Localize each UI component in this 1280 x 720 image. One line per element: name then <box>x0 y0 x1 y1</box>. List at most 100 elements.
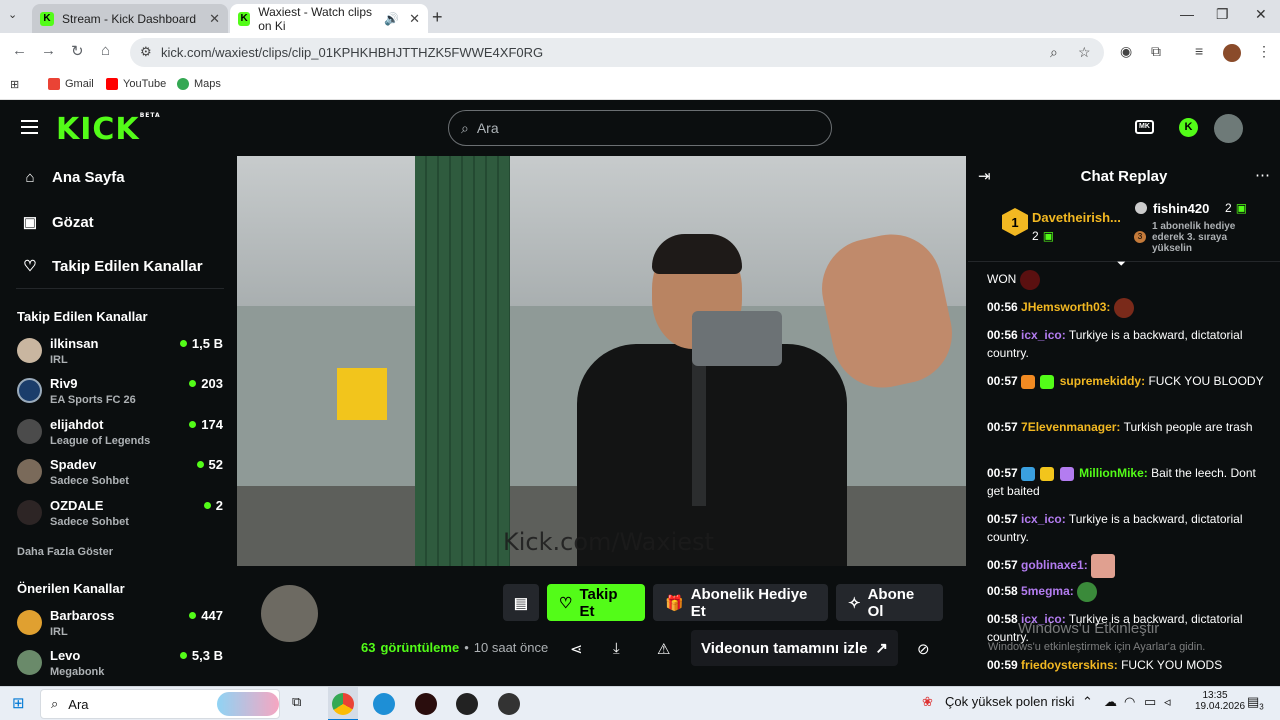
rank-badge-icon: 1 <box>1002 208 1028 236</box>
followed-channel-ozdale[interactable]: OZDALE Sadece Sohbet 2 <box>17 498 223 538</box>
message-username[interactable]: supremekiddy: <box>1060 374 1145 388</box>
video-player[interactable]: Kick.com/Waxiest <box>237 156 966 566</box>
extension-icon[interactable]: ◉ <box>1120 43 1132 60</box>
follow-button[interactable]: ♡ Takip Et <box>547 584 645 621</box>
followed-channel-elijahdot[interactable]: elijahdot League of Legends 174 <box>17 417 223 457</box>
menu-icon[interactable]: ⋮ <box>1257 43 1271 60</box>
edge-icon[interactable] <box>373 693 395 715</box>
hamburger-menu-icon[interactable] <box>21 120 38 134</box>
message-text: FUCK YOU BLOODY <box>1148 374 1264 388</box>
windows-taskbar: ⊞ ⌕ Ara ⧉ ❀ Çok yüksek polen riski ⌃ ☁ ◠… <box>0 686 1280 720</box>
chat-message: 00:57 goblinaxe1: <box>987 554 1272 578</box>
top-gifter-name[interactable]: Davetheirish... <box>1032 210 1121 225</box>
user-avatar[interactable] <box>1214 114 1243 143</box>
bookmark-youtube[interactable]: YouTube <box>106 78 166 90</box>
volume-icon[interactable]: ◃ <box>1164 694 1171 710</box>
taskbar-search[interactable]: ⌕ Ara <box>40 689 280 719</box>
gift-sub-button[interactable]: 🎁 Abonelik Hediye Et <box>653 584 828 621</box>
watch-full-video-button[interactable]: Videonun tamamını izle ↗ <box>691 630 898 666</box>
kick-coin-icon[interactable]: K <box>1179 118 1198 137</box>
chat-options-icon[interactable]: ⋯ <box>1255 166 1270 184</box>
download-icon[interactable]: ⤓ <box>613 640 620 657</box>
message-username[interactable]: 7Elevenmanager: <box>1021 420 1120 434</box>
recommended-channel-levo[interactable]: Levo Megabonk 5,3 B <box>17 648 223 688</box>
search-placeholder: Ara <box>476 120 499 136</box>
notification-icon[interactable]: ▤3 <box>1247 694 1264 712</box>
nav-label: Gözat <box>52 213 94 231</box>
media-control-icon[interactable]: ≡ <box>1195 43 1203 59</box>
profile-avatar[interactable] <box>1223 44 1241 65</box>
app-icon-1[interactable] <box>415 693 437 715</box>
tab-kick-dashboard[interactable]: K Stream - Kick Dashboard ✕ <box>32 4 228 33</box>
wifi-icon[interactable]: ◠ <box>1124 694 1135 710</box>
message-username[interactable]: JHemsworth03: <box>1021 300 1110 314</box>
clock[interactable]: 13:35 19.04.2026 <box>1195 690 1245 712</box>
task-view-icon[interactable]: ⧉ <box>292 694 301 710</box>
show-more-link[interactable]: Daha Fazla Göster <box>17 546 113 558</box>
tab-waxiest-clips[interactable]: K Waxiest - Watch clips on Ki 🔊 ✕ <box>230 4 428 33</box>
emote-icon <box>1091 554 1116 578</box>
message-username[interactable]: icx_ico: <box>1021 512 1066 526</box>
reload-icon[interactable]: ↻ <box>71 42 84 60</box>
apps-icon[interactable]: ⊞ <box>10 78 19 91</box>
bookmark-star-icon[interactable]: ☆ <box>1078 44 1091 61</box>
forward-icon[interactable]: → <box>41 42 56 59</box>
minimize-icon[interactable]: — <box>1180 6 1194 22</box>
search-input[interactable]: ⌕ Ara <box>448 110 832 146</box>
tray-chevron-icon[interactable]: ⌃ <box>1082 694 1093 710</box>
app-icon-3[interactable] <box>498 693 520 715</box>
nav-browse[interactable]: ▣ Gözat <box>22 213 94 232</box>
share-icon[interactable]: ⋖ <box>570 640 583 658</box>
message-username[interactable]: icx_ico: <box>1021 328 1066 342</box>
live-dot-icon <box>189 421 197 428</box>
followed-channel-riv9[interactable]: Riv9 EA Sports FC 26 203 <box>17 376 223 416</box>
battery-icon[interactable]: ▭ <box>1144 694 1156 710</box>
audio-icon[interactable]: 🔊 <box>384 12 399 26</box>
bookmark-maps[interactable]: Maps <box>177 78 221 90</box>
multistream-icon[interactable]: MK <box>1135 120 1154 134</box>
address-bar[interactable]: ⚙ kick.com/waxiest/clips/clip_01KPHKHBHJ… <box>130 38 1104 67</box>
start-icon[interactable]: ⊞ <box>12 694 25 712</box>
kick-logo[interactable]: KICKBETA <box>56 112 161 147</box>
second-gifter-name[interactable]: fishin420 <box>1153 201 1209 216</box>
maximize-icon[interactable]: ❐ <box>1216 6 1229 23</box>
message-username[interactable]: goblinaxe1: <box>1021 558 1088 572</box>
tab-close-icon[interactable]: ✕ <box>209 11 220 27</box>
report-icon[interactable]: ⚠ <box>657 640 670 658</box>
search-icon: ⌕ <box>461 119 469 136</box>
message-text: FUCK YOU MODS <box>1121 658 1223 672</box>
new-tab-icon[interactable]: + <box>432 7 443 28</box>
gift-leaderboard: 1 Davetheirish... 2 ▣ fishin420 2 ▣ 3 1 ab… <box>968 196 1280 270</box>
channel-name: Riv9 <box>50 376 78 391</box>
hide-icon[interactable]: ⊘ <box>917 640 930 658</box>
watch-full-label: Videonun tamamını izle <box>701 639 868 657</box>
bookmark-gmail[interactable]: Gmail <box>48 78 94 90</box>
message-username[interactable]: MillionMike: <box>1079 466 1148 480</box>
chat-message: 00:57 icx_ico: Turkiye is a backward, di… <box>987 510 1272 546</box>
nav-following[interactable]: ♡ Takip Edilen Kanallar <box>22 257 202 276</box>
message-username[interactable]: friedoysterskins: <box>1021 658 1118 672</box>
message-username[interactable]: 5megma: <box>1021 584 1074 598</box>
zoom-icon[interactable]: ⌕ <box>1050 44 1058 61</box>
extensions-puzzle-icon[interactable]: ⧉ <box>1151 43 1161 60</box>
followed-channel-spadev[interactable]: Spadev Sadece Sohbet 52 <box>17 457 223 497</box>
weather-text[interactable]: Çok yüksek polen riski <box>945 694 1074 709</box>
followed-channel-ilkinsan[interactable]: ilkinsan IRL 1,5 B <box>17 336 223 376</box>
subscribe-button[interactable]: ✧ Abone Ol <box>836 584 943 621</box>
taskbar-chrome-active[interactable] <box>328 687 358 720</box>
home-icon[interactable]: ⌂ <box>101 42 110 59</box>
avatar <box>17 338 42 363</box>
back-icon[interactable]: ← <box>12 42 27 59</box>
chat-toggle-button[interactable]: ▤ <box>503 584 539 621</box>
chrome-icon <box>332 693 354 715</box>
close-window-icon[interactable]: ✕ <box>1255 6 1267 23</box>
channel-avatar[interactable] <box>261 585 318 642</box>
recommended-channel-barbaross[interactable]: Barbaross IRL 447 <box>17 608 223 648</box>
site-info-icon[interactable]: ⚙ <box>140 44 152 60</box>
avatar <box>17 419 42 444</box>
tab-close-icon[interactable]: ✕ <box>409 11 420 27</box>
app-icon-2[interactable] <box>456 693 478 715</box>
tray-app-icon[interactable]: ☁ <box>1104 694 1117 710</box>
tab-search-icon[interactable]: ⌄ <box>8 8 17 21</box>
nav-home[interactable]: ⌂ Ana Sayfa <box>22 169 124 186</box>
